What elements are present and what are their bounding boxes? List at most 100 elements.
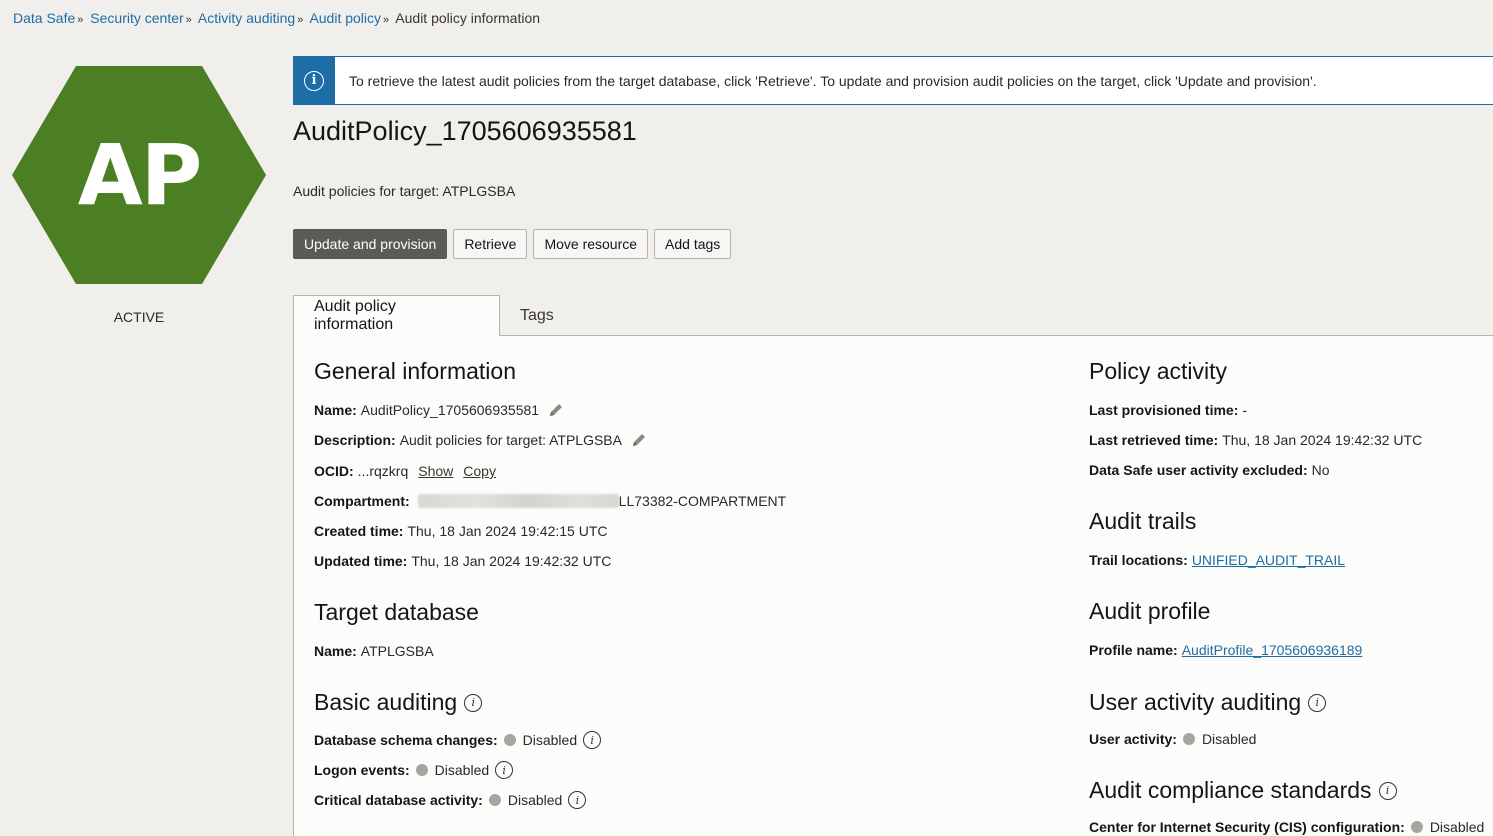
compartment-redacted-block [417, 494, 619, 508]
move-resource-button[interactable]: Move resource [533, 229, 649, 259]
info-icon: i [293, 56, 335, 105]
audit-compliance-heading: Audit compliance standards i [1089, 777, 1397, 804]
ocid-value: ...rqzkrq [357, 463, 409, 479]
profile-name-link[interactable]: AuditProfile_1705606936189 [1182, 642, 1363, 658]
general-compartment-row: Compartment: LL73382-COMPARTMENT [314, 493, 786, 509]
status-dot-icon [1410, 821, 1423, 833]
tab-audit-policy-information[interactable]: Audit policy information [293, 295, 500, 337]
page-subtitle: Audit policies for target: ATPLGSBA [293, 183, 516, 199]
user-activity-row: User activity: Disabled [1089, 731, 1256, 747]
status-dot-icon [503, 734, 516, 746]
breadcrumb-data-safe[interactable]: Data Safe [13, 10, 75, 26]
critical-activity-label: Critical database activity: [314, 792, 483, 808]
cis-configuration-value: Disabled [1429, 819, 1485, 835]
audit-trails-heading: Audit trails [1089, 508, 1197, 534]
updated-time-label: Updated time: [314, 553, 408, 569]
resource-state: ACTIVE [113, 309, 165, 325]
breadcrumb-separator: » [77, 14, 84, 26]
info-icon[interactable]: i [1378, 781, 1397, 800]
policy-activity-heading: Policy activity [1089, 358, 1228, 384]
banner-message: To retrieve the latest audit policies fr… [349, 72, 1317, 89]
logon-events-value: Disabled [434, 762, 490, 778]
name-label: Name: [314, 402, 357, 418]
ocid-copy-link[interactable]: Copy [463, 463, 496, 479]
user-activity-excluded-label: Data Safe user activity excluded: [1089, 462, 1308, 478]
basic-auditing-title: Basic auditing [314, 689, 458, 715]
logon-events-row: Logon events: Disabled i [314, 761, 514, 779]
target-name-row: Name: ATPLGSBA [314, 643, 434, 659]
general-information-heading: General information [314, 358, 516, 384]
ocid-label: OCID: [314, 463, 354, 479]
user-activity-excluded-value: No [1311, 462, 1330, 478]
schema-changes-label: Database schema changes: [314, 732, 498, 748]
breadcrumb-separator: » [297, 14, 304, 26]
tab-panel: General information Name: AuditPolicy_17… [293, 336, 1493, 836]
name-value: AuditPolicy_1705606935581 [360, 402, 540, 418]
critical-activity-value: Disabled [507, 792, 563, 808]
page-title: AuditPolicy_1705606935581 [293, 116, 637, 146]
user-activity-auditing-title: User activity auditing [1089, 689, 1302, 715]
breadcrumb-separator: » [383, 14, 390, 26]
breadcrumb: Data Safe» Security center» Activity aud… [13, 10, 540, 26]
update-and-provision-button[interactable]: Update and provision [293, 229, 448, 259]
status-dot-icon [415, 764, 428, 776]
info-icon[interactable]: i [495, 761, 514, 779]
compartment-label: Compartment: [314, 493, 410, 509]
retrieve-button[interactable]: Retrieve [453, 229, 528, 259]
info-icon[interactable]: i [1308, 693, 1327, 712]
last-retrieved-value: Thu, 18 Jan 2024 19:42:32 UTC [1222, 432, 1423, 448]
profile-name-row: Profile name: AuditProfile_1705606936189 [1089, 642, 1362, 658]
add-tags-button[interactable]: Add tags [654, 229, 732, 259]
audit-profile-heading: Audit profile [1089, 598, 1211, 624]
target-database-heading: Target database [314, 599, 479, 625]
info-icon[interactable]: i [583, 731, 602, 749]
ocid-show-link[interactable]: Show [418, 463, 453, 479]
basic-auditing-heading: Basic auditing i [314, 689, 483, 716]
audit-compliance-title: Audit compliance standards [1089, 777, 1372, 803]
compartment-value: LL73382-COMPARTMENT [618, 493, 787, 509]
status-dot-icon [488, 794, 501, 806]
general-updated-row: Updated time: Thu, 18 Jan 2024 19:42:32 … [314, 553, 611, 569]
trail-locations-row: Trail locations: UNIFIED_AUDIT_TRAIL [1089, 552, 1345, 568]
resource-initials: AP [77, 126, 203, 224]
trail-location-link[interactable]: UNIFIED_AUDIT_TRAIL [1192, 552, 1345, 568]
action-bar: Update and provision Retrieve Move resou… [293, 229, 732, 259]
user-activity-label: User activity: [1089, 731, 1177, 747]
cis-configuration-row: Center for Internet Security (CIS) confi… [1089, 819, 1484, 835]
edit-pencil-icon[interactable] [631, 432, 647, 448]
description-value: Audit policies for target: ATPLGSBA [399, 432, 622, 448]
schema-changes-row: Database schema changes: Disabled i [314, 731, 602, 749]
updated-time-value: Thu, 18 Jan 2024 19:42:32 UTC [411, 553, 612, 569]
general-created-row: Created time: Thu, 18 Jan 2024 19:42:15 … [314, 523, 608, 539]
created-time-label: Created time: [314, 523, 404, 539]
schema-changes-value: Disabled [522, 732, 578, 748]
info-icon[interactable]: i [568, 791, 587, 809]
target-name-label: Name: [314, 643, 357, 659]
info-icon[interactable]: i [464, 693, 483, 712]
last-provisioned-label: Last provisioned time: [1089, 402, 1239, 418]
breadcrumb-security-center[interactable]: Security center [90, 10, 183, 26]
target-name-value: ATPLGSBA [360, 643, 434, 659]
profile-name-label: Profile name: [1089, 642, 1178, 658]
trail-locations-label: Trail locations: [1089, 552, 1188, 568]
tab-tags[interactable]: Tags [500, 295, 574, 336]
cis-configuration-label: Center for Internet Security (CIS) confi… [1089, 819, 1405, 835]
status-dot-icon [1182, 733, 1195, 745]
info-banner: i To retrieve the latest audit policies … [293, 56, 1493, 105]
last-retrieved-label: Last retrieved time: [1089, 432, 1219, 448]
breadcrumb-activity-auditing[interactable]: Activity auditing [198, 10, 295, 26]
breadcrumb-separator: » [185, 14, 192, 26]
breadcrumb-audit-policy[interactable]: Audit policy [309, 10, 381, 26]
critical-activity-row: Critical database activity: Disabled i [314, 791, 587, 809]
last-retrieved-row: Last retrieved time: Thu, 18 Jan 2024 19… [1089, 432, 1422, 448]
last-provisioned-value: - [1242, 402, 1248, 418]
edit-pencil-icon[interactable] [548, 402, 564, 418]
general-name-row: Name: AuditPolicy_1705606935581 [314, 402, 564, 418]
tab-bar: Audit policy information Tags [293, 295, 1493, 337]
user-activity-value: Disabled [1201, 731, 1257, 747]
description-label: Description: [314, 432, 396, 448]
breadcrumb-current: Audit policy information [395, 10, 541, 26]
user-activity-excluded-row: Data Safe user activity excluded: No [1089, 462, 1330, 478]
user-activity-auditing-heading: User activity auditing i [1089, 689, 1327, 716]
created-time-value: Thu, 18 Jan 2024 19:42:15 UTC [407, 523, 608, 539]
